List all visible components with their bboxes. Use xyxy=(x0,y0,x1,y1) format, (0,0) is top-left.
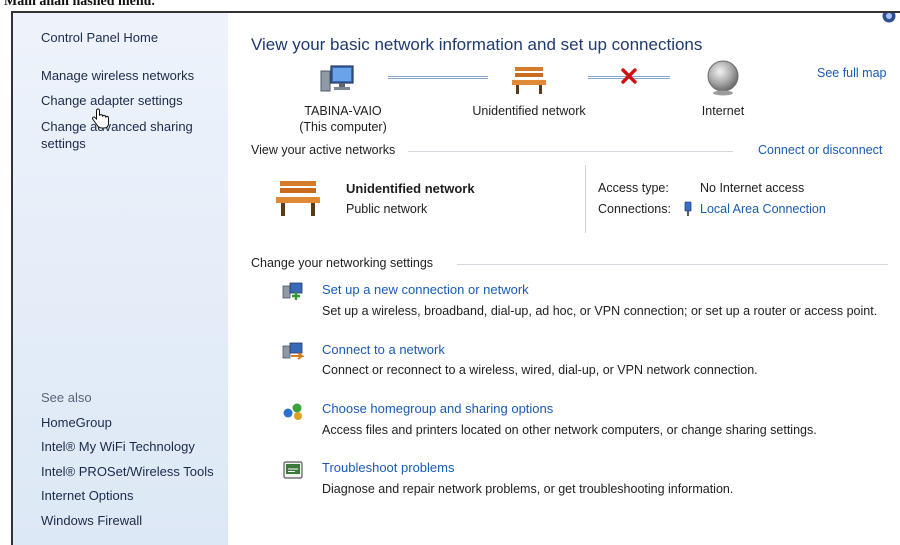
change-settings-heading: Change your networking settings xyxy=(251,256,434,270)
connect-disconnect-link[interactable]: Connect or disconnect xyxy=(758,143,882,157)
see-also-internet-options[interactable]: Internet Options xyxy=(41,488,134,503)
see-also-homegroup[interactable]: HomeGroup xyxy=(41,415,112,430)
hand-cursor-icon xyxy=(92,108,109,129)
task-troubleshoot-link[interactable]: Troubleshoot problems xyxy=(322,460,454,475)
computer-sub-label: (This computer) xyxy=(299,120,387,134)
computer-name-label: TABINA-VAIO xyxy=(304,104,382,118)
help-icon[interactable] xyxy=(882,11,896,23)
internet-map-label: Internet xyxy=(701,104,745,118)
see-also-windows-firewall[interactable]: Windows Firewall xyxy=(41,513,142,528)
local-area-connection-link[interactable]: Local Area Connection xyxy=(700,202,826,216)
change-settings-divider xyxy=(457,264,888,265)
task-troubleshoot-desc: Diagnose and repair network problems, or… xyxy=(322,482,734,496)
active-network-type[interactable]: Public network xyxy=(346,202,427,216)
new-connection-icon xyxy=(282,282,303,300)
task-homegroup-desc: Access files and printers located on oth… xyxy=(322,423,817,437)
computer-icon xyxy=(320,65,354,92)
troubleshoot-icon xyxy=(283,461,303,479)
sidebar: Control Panel Home Manage wireless netwo… xyxy=(13,13,228,545)
control-panel-home-link[interactable]: Control Panel Home xyxy=(41,30,158,45)
connect-network-icon xyxy=(282,342,304,360)
page-title: View your basic network information and … xyxy=(251,35,703,54)
task-new-connection-desc: Set up a wireless, broadband, dial-up, a… xyxy=(322,304,878,318)
access-type-value: No Internet access xyxy=(700,181,805,195)
task-connect-network-desc: Connect or reconnect to a wireless, wire… xyxy=(322,363,758,377)
sidebar-item-change-adapter[interactable]: Change adapter settings xyxy=(41,93,183,108)
task-homegroup-link[interactable]: Choose homegroup and sharing options xyxy=(322,401,553,416)
task-connect-network-link[interactable]: Connect to a network xyxy=(322,342,445,357)
network-map-label: Unidentified network xyxy=(472,104,586,118)
globe-icon xyxy=(707,60,739,96)
active-network-bench-icon xyxy=(276,181,320,216)
see-also-intel-wifi[interactable]: Intel® My WiFi Technology xyxy=(41,439,195,454)
see-also-intel-proset[interactable]: Intel® PROSet/Wireless Tools xyxy=(41,464,214,479)
task-new-connection-link[interactable]: Set up a new connection or network xyxy=(322,282,529,297)
access-type-label: Access type: xyxy=(598,181,669,195)
document-caption: Main anan hashed menu. xyxy=(4,0,155,9)
control-panel-window: Control Panel Home Manage wireless netwo… xyxy=(11,11,900,545)
homegroup-icon xyxy=(283,403,302,420)
see-full-map-link[interactable]: See full map xyxy=(817,66,886,80)
active-networks-heading: View your active networks xyxy=(251,143,396,157)
connections-label: Connections: xyxy=(598,202,671,216)
see-also-heading: See also xyxy=(41,390,92,405)
red-x-icon xyxy=(621,68,637,84)
map-link-computer-network xyxy=(388,76,488,79)
adapter-icon xyxy=(684,201,692,216)
main-content: View your basic network information and … xyxy=(228,13,900,545)
sidebar-item-manage-wireless[interactable]: Manage wireless networks xyxy=(41,68,194,83)
active-networks-divider xyxy=(408,151,733,152)
sidebar-item-advanced-sharing[interactable]: Change advanced sharing settings xyxy=(41,118,211,152)
active-network-name: Unidentified network xyxy=(346,181,475,196)
active-network-separator xyxy=(585,165,586,233)
bench-network-icon xyxy=(512,67,546,94)
